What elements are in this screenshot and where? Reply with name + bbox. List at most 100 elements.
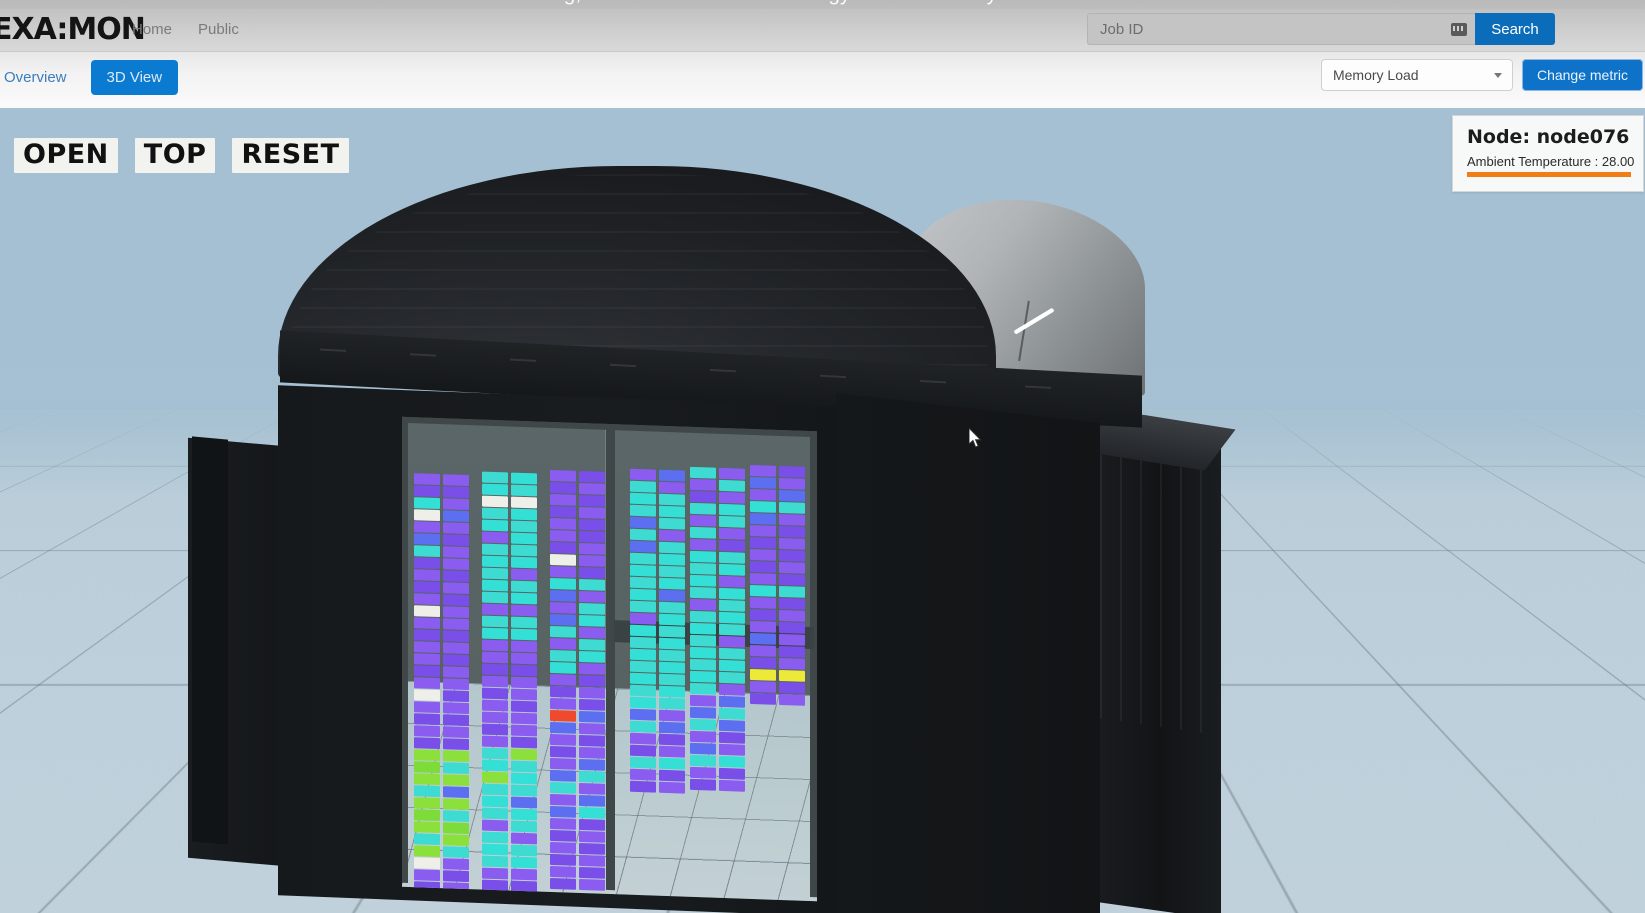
compute-node-blade[interactable] bbox=[690, 719, 716, 731]
compute-node-blade[interactable] bbox=[750, 681, 776, 693]
compute-node-blade[interactable] bbox=[511, 701, 537, 713]
compute-node-blade[interactable] bbox=[779, 586, 805, 598]
search-input[interactable] bbox=[1088, 14, 1475, 44]
compute-node-blade[interactable] bbox=[550, 806, 576, 818]
compute-node-blade[interactable] bbox=[659, 566, 685, 578]
compute-node-blade[interactable] bbox=[511, 617, 537, 629]
compute-node-blade[interactable] bbox=[779, 598, 805, 610]
brand-logo[interactable]: EXA:MON bbox=[0, 10, 145, 50]
compute-node-blade[interactable] bbox=[750, 597, 776, 609]
compute-node-blade[interactable] bbox=[511, 845, 537, 857]
compute-node-blade[interactable] bbox=[511, 569, 537, 581]
compute-node-blade[interactable] bbox=[690, 779, 716, 791]
metric-select[interactable]: Memory Load bbox=[1321, 59, 1513, 91]
tab-overview[interactable]: Overview bbox=[0, 60, 83, 95]
compute-node-blade[interactable] bbox=[659, 746, 685, 758]
compute-node-blade[interactable] bbox=[511, 869, 537, 881]
compute-node-blade[interactable] bbox=[511, 509, 537, 521]
compute-node-blade[interactable] bbox=[779, 538, 805, 550]
compute-node-blade[interactable] bbox=[719, 756, 745, 768]
compute-node-blade[interactable] bbox=[659, 698, 685, 710]
compute-node-blade[interactable] bbox=[750, 645, 776, 657]
compute-node-blade[interactable] bbox=[414, 653, 440, 665]
compute-node-blade[interactable] bbox=[659, 662, 685, 674]
tab-3d-view[interactable]: 3D View bbox=[91, 60, 179, 95]
compute-node-blade[interactable] bbox=[482, 820, 508, 832]
compute-node-blade[interactable] bbox=[482, 580, 508, 592]
compute-node-blade[interactable] bbox=[482, 544, 508, 556]
compute-node-blade[interactable] bbox=[690, 587, 716, 599]
compute-node-blade[interactable] bbox=[550, 482, 576, 494]
compute-node-blade[interactable] bbox=[482, 628, 508, 640]
compute-node-blade[interactable] bbox=[511, 737, 537, 749]
compute-node-blade[interactable] bbox=[659, 650, 685, 662]
compute-node-blade[interactable] bbox=[482, 532, 508, 544]
compute-node-blade[interactable] bbox=[630, 493, 656, 505]
compute-node-blade[interactable] bbox=[630, 661, 656, 673]
compute-node-blade[interactable] bbox=[579, 723, 605, 735]
compute-node-blade[interactable] bbox=[511, 485, 537, 497]
compute-node-blade[interactable] bbox=[443, 582, 469, 594]
compute-node-blade[interactable] bbox=[482, 844, 508, 856]
compute-node-blade[interactable] bbox=[482, 760, 508, 772]
compute-node-blade[interactable] bbox=[414, 773, 440, 785]
compute-node-blade[interactable] bbox=[482, 652, 508, 664]
compute-node-blade[interactable] bbox=[482, 592, 508, 604]
compute-node-blade[interactable] bbox=[550, 518, 576, 530]
compute-node-blade[interactable] bbox=[443, 762, 469, 774]
compute-node-blade[interactable] bbox=[443, 546, 469, 558]
compute-node-blade[interactable] bbox=[630, 601, 656, 613]
compute-node-blade[interactable] bbox=[443, 558, 469, 570]
compute-node-blade[interactable] bbox=[482, 724, 508, 736]
compute-node-blade[interactable] bbox=[443, 870, 469, 882]
compute-node-blade[interactable] bbox=[750, 501, 776, 513]
compute-node-blade[interactable] bbox=[659, 482, 685, 494]
compute-node-blade[interactable] bbox=[482, 604, 508, 616]
compute-node-blade[interactable] bbox=[779, 610, 805, 622]
compute-node-blade[interactable] bbox=[690, 755, 716, 767]
compute-node-blade[interactable] bbox=[779, 670, 805, 682]
compute-node-blade[interactable] bbox=[443, 606, 469, 618]
compute-node-blade[interactable] bbox=[414, 761, 440, 773]
compute-node-blade[interactable] bbox=[511, 785, 537, 797]
compute-node-blade[interactable] bbox=[550, 842, 576, 854]
compute-node-blade[interactable] bbox=[579, 591, 605, 603]
compute-node-blade[interactable] bbox=[414, 497, 440, 509]
compute-node-blade[interactable] bbox=[659, 506, 685, 518]
compute-node-blade[interactable] bbox=[690, 659, 716, 671]
compute-node-blade[interactable] bbox=[779, 490, 805, 502]
compute-node-blade[interactable] bbox=[579, 579, 605, 591]
compute-node-blade[interactable] bbox=[414, 713, 440, 725]
compute-node-blade[interactable] bbox=[690, 479, 716, 491]
compute-node-blade[interactable] bbox=[630, 505, 656, 517]
compute-node-blade[interactable] bbox=[779, 574, 805, 586]
compute-node-blade[interactable] bbox=[690, 515, 716, 527]
compute-node-blade[interactable] bbox=[443, 594, 469, 606]
compute-node-blade[interactable] bbox=[690, 635, 716, 647]
compute-node-blade[interactable] bbox=[414, 581, 440, 593]
compute-node-blade[interactable] bbox=[690, 599, 716, 611]
compute-node-blade[interactable] bbox=[414, 737, 440, 749]
compute-node-blade[interactable] bbox=[579, 639, 605, 651]
compute-node-blade[interactable] bbox=[511, 653, 537, 665]
compute-node-blade[interactable] bbox=[443, 774, 469, 786]
compute-node-blade[interactable] bbox=[443, 810, 469, 822]
compute-node-blade[interactable] bbox=[630, 517, 656, 529]
compute-node-blade[interactable] bbox=[659, 674, 685, 686]
compute-node-blade[interactable] bbox=[482, 508, 508, 520]
compute-node-blade[interactable] bbox=[414, 797, 440, 809]
compute-node-blade[interactable] bbox=[482, 808, 508, 820]
compute-node-blade[interactable] bbox=[443, 702, 469, 714]
compute-node-blade[interactable] bbox=[719, 624, 745, 636]
compute-node-blade[interactable] bbox=[579, 747, 605, 759]
compute-node-blade[interactable] bbox=[511, 821, 537, 833]
compute-node-blade[interactable] bbox=[659, 470, 685, 482]
compute-node-blade[interactable] bbox=[659, 518, 685, 530]
compute-node-blade[interactable] bbox=[482, 484, 508, 496]
compute-node-blade[interactable] bbox=[482, 520, 508, 532]
compute-node-blade[interactable] bbox=[482, 796, 508, 808]
compute-node-blade[interactable] bbox=[511, 749, 537, 761]
compute-node-blade[interactable] bbox=[690, 767, 716, 779]
compute-node-blade[interactable] bbox=[690, 527, 716, 539]
compute-node-blade[interactable] bbox=[443, 474, 469, 486]
